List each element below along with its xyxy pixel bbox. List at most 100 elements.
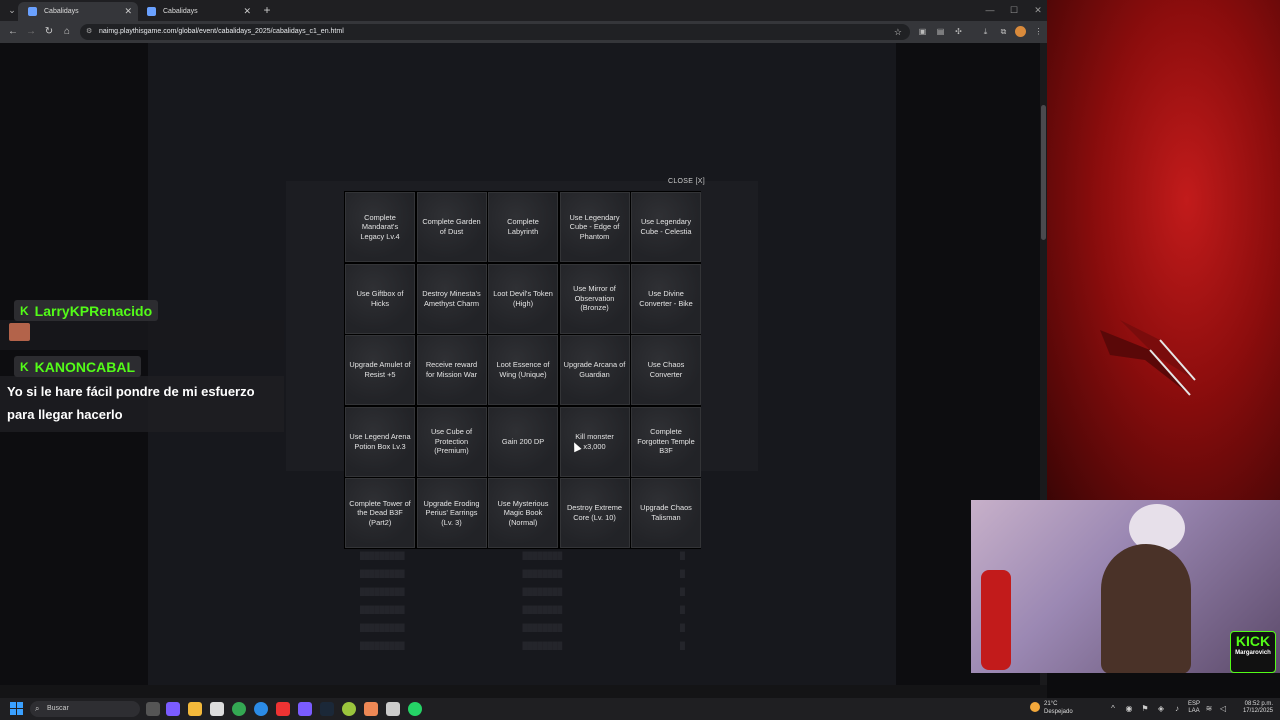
mission-cell[interactable]: Upgrade Chaos Talisman	[631, 478, 701, 548]
mission-cell[interactable]: Complete Forgotten Temple B3F	[631, 406, 701, 477]
mission-cell[interactable]: Upgrade Amulet of Resist +5	[345, 335, 415, 405]
mission-cell[interactable]: Complete Labyrinth	[488, 192, 558, 262]
chrome-icon[interactable]	[232, 702, 246, 716]
url-text[interactable]: naimg.playthisgame.com/global/event/caba…	[99, 24, 344, 40]
mission-cell[interactable]: Complete Tower of the Dead B3F (Part2)	[345, 478, 415, 548]
mission-cell[interactable]: Complete Mandarat's Legacy Lv.4	[345, 192, 415, 262]
home-icon[interactable]: ⌂	[60, 25, 74, 39]
wifi-icon[interactable]: ≋	[1204, 703, 1214, 715]
search-placeholder: Buscar	[47, 705, 69, 712]
search-icon: ⌕	[35, 704, 40, 713]
lang-code: ESP	[1188, 701, 1201, 707]
mission-cell[interactable]: Use Chaos Converter	[631, 335, 701, 405]
steam-icon[interactable]	[320, 702, 334, 716]
address-bar[interactable]: ⚙ naimg.playthisgame.com/global/event/ca…	[80, 24, 910, 40]
chrome-active-icon[interactable]	[364, 702, 378, 716]
mission-cell[interactable]: Use Legend Arena Potion Box Lv.3	[345, 406, 415, 477]
language-indicator[interactable]: ESP LAA	[1188, 701, 1200, 715]
mission-cell[interactable]: Loot Devil's Token (High)	[488, 263, 558, 334]
xbox-icon[interactable]	[342, 702, 356, 716]
scroll-thumb[interactable]	[1041, 105, 1046, 240]
tray-app-icon[interactable]: ⚑	[1140, 703, 1150, 715]
clock-date: 17/12/2025	[1242, 708, 1273, 714]
task-view-icon[interactable]	[146, 702, 160, 716]
tray-app-icon[interactable]: ♪	[1172, 703, 1182, 715]
notepad-icon[interactable]	[386, 702, 400, 716]
kick-logo-icon: K	[20, 303, 29, 318]
mission-cell[interactable]: Receive reward for Mission War	[416, 335, 487, 405]
new-tab-button[interactable]: +	[260, 3, 274, 18]
mission-cell[interactable]: Use Giftbox of Hicks	[345, 263, 415, 334]
mission-cell[interactable]: Use Legendary Cube - Celestia	[631, 192, 701, 262]
streamer-person	[1101, 544, 1191, 673]
windows-taskbar: ⌕ Buscar 21°C Despejado ^ ◉ ⚑ ◈ ♪ ESP LA…	[0, 698, 1280, 720]
chat-username: LarryKPRenacido	[34, 302, 153, 319]
faded-schedule-table: █████████ ████████ █ █████████ ████████ █ ██…	[360, 553, 685, 650]
chat-username-badge: K LarryKPRenacido	[14, 300, 159, 321]
tab-title: Cabalidays	[44, 8, 79, 15]
close-window-icon[interactable]: ✕	[1028, 3, 1048, 18]
store-icon[interactable]	[210, 702, 224, 716]
browser-toolbar: ← → ↻ ⌂ ⚙ naimg.playthisgame.com/global/…	[0, 21, 1047, 43]
mission-board-modal: Complete Mandarat's Legacy Lv.4 Complete…	[344, 191, 701, 549]
menu-kebab-icon[interactable]: ⋮	[1033, 26, 1044, 37]
weather-desc: Despejado	[1044, 709, 1073, 715]
reload-icon[interactable]: ↻	[42, 25, 56, 39]
history-icon[interactable]: ⧉	[998, 26, 1009, 37]
edge-icon[interactable]	[254, 702, 268, 716]
weather-widget[interactable]: 21°C Despejado	[1030, 700, 1090, 718]
forward-icon[interactable]: →	[24, 25, 38, 39]
kick-label: KICK	[1235, 633, 1271, 649]
kick-channel-name: Margarovich	[1235, 650, 1271, 656]
mission-cell[interactable]: Upgrade Arcana of Guardian	[559, 335, 630, 405]
tab-cabalidays-2[interactable]: Cabalidays ✕	[137, 2, 257, 21]
back-icon[interactable]: ←	[6, 25, 20, 39]
chat-emote-icon	[9, 323, 30, 341]
mission-cell[interactable]: Gain 200 DP	[488, 406, 558, 477]
lang-region: LAA	[1188, 708, 1200, 714]
mission-cell[interactable]: Use Cube of Protection (Premium)	[416, 406, 487, 477]
extensions-puzzle-icon[interactable]: ✣	[953, 26, 964, 37]
mission-cell[interactable]: Complete Garden of Dust	[416, 192, 487, 262]
tab-title: Cabalidays	[163, 8, 198, 15]
discord-icon[interactable]	[298, 702, 312, 716]
mission-cell[interactable]: Loot Essence of Wing (Unique)	[488, 335, 558, 405]
chat-username: KANONCABAL	[34, 358, 135, 375]
file-explorer-icon[interactable]	[188, 702, 202, 716]
bookmark-star-icon[interactable]: ☆	[894, 24, 902, 40]
volume-icon[interactable]: ◁	[1218, 703, 1228, 715]
app-red-icon[interactable]	[276, 702, 290, 716]
mission-cell[interactable]: Destroy Extreme Core (Lv. 10)	[559, 478, 630, 548]
site-info-icon[interactable]: ⚙	[86, 27, 95, 36]
mission-cell[interactable]: Kill monster x3,000	[559, 406, 630, 477]
extension-icon[interactable]: ▣	[917, 26, 928, 37]
tray-app-icon[interactable]: ◉	[1124, 703, 1134, 715]
modal-close-button[interactable]: CLOSE [X]	[668, 178, 705, 185]
close-tab-icon[interactable]: ✕	[124, 2, 132, 21]
mission-cell[interactable]: Use Mysterious Magic Book (Normal)	[488, 478, 558, 548]
mission-cell[interactable]: Use Mirror of Observation (Bronze)	[559, 263, 630, 334]
weather-temp: 21°C	[1044, 701, 1058, 707]
mission-cell[interactable]: Use Divine Converter - Bike	[631, 263, 701, 334]
copilot-icon[interactable]	[166, 702, 180, 716]
maximize-icon[interactable]: ☐	[1004, 3, 1024, 18]
favicon-icon	[28, 7, 37, 16]
tray-chevron-icon[interactable]: ^	[1108, 703, 1118, 715]
kick-channel-badge: KICK Margarovich	[1230, 631, 1276, 673]
system-clock[interactable]: 08:52 p.m. 17/12/2025	[1233, 701, 1273, 715]
windows-start-icon[interactable]	[10, 702, 23, 715]
mission-cell[interactable]: Use Legendary Cube - Edge of Phantom	[559, 192, 630, 262]
soda-bottle	[981, 570, 1011, 670]
whatsapp-icon[interactable]	[408, 702, 422, 716]
tab-group-icon[interactable]: ▤	[935, 26, 946, 37]
minimize-icon[interactable]: —	[980, 3, 1000, 18]
mission-cell[interactable]: Destroy Minesta's Amethyst Charm	[416, 263, 487, 334]
close-tab-icon[interactable]: ✕	[243, 2, 251, 21]
profile-avatar-icon[interactable]	[1015, 26, 1026, 37]
tray-app-icon[interactable]: ◈	[1156, 703, 1166, 715]
tab-cabalidays-1[interactable]: Cabalidays ✕	[18, 2, 138, 21]
download-icon[interactable]: ⤓	[980, 26, 991, 37]
mission-cell[interactable]: Upgrade Eroding Perius' Earrings (Lv. 3)	[416, 478, 487, 548]
taskbar-search[interactable]: ⌕ Buscar	[30, 701, 140, 717]
clock-time: 08:52 p.m.	[1244, 701, 1273, 707]
